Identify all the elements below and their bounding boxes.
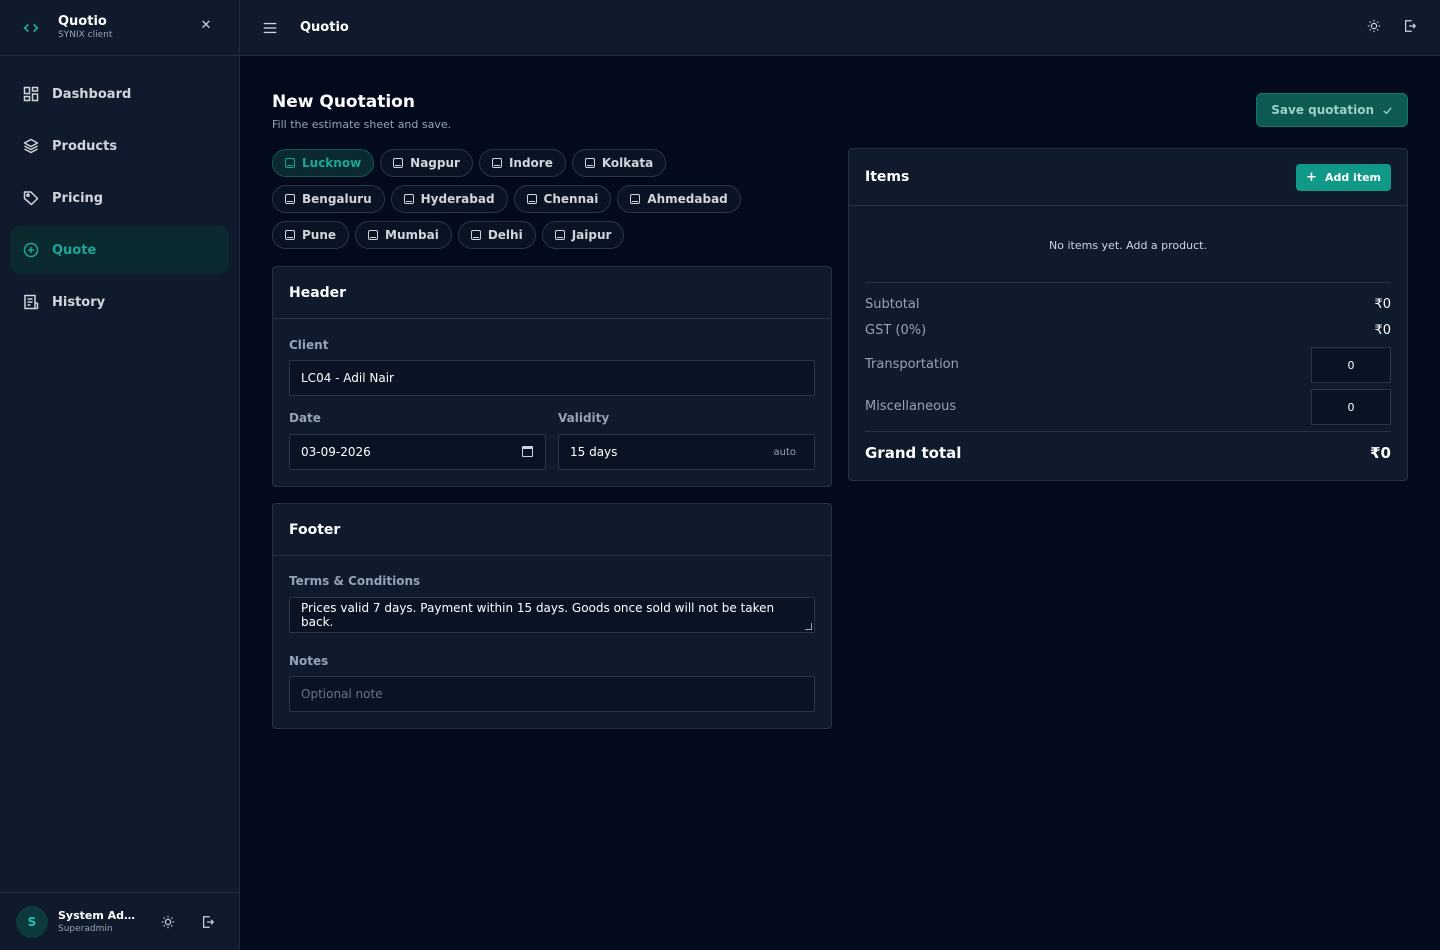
date-field[interactable]: 03-09-2026 [289, 434, 546, 470]
layers-icon [22, 137, 40, 155]
page-title: New Quotation [272, 92, 415, 112]
miscellaneous-label: Miscellaneous [865, 399, 957, 414]
store-icon [285, 194, 295, 204]
sidebar-item-label: Dashboard [52, 86, 132, 102]
store-icon [285, 230, 295, 240]
items-card: Items + Add item No items yet. Add a pro… [848, 148, 1408, 481]
add-item-button[interactable]: + Add item [1296, 164, 1391, 191]
plus-icon: + [1306, 170, 1317, 185]
subtotal-label: Subtotal [865, 297, 920, 312]
user-name: System Admi... [58, 908, 144, 922]
store-icon [403, 194, 414, 204]
divider [865, 431, 1391, 432]
sidebar: Quotio SYNIX client ✕ Dashboard Products… [0, 0, 240, 950]
gst-value: ₹0 [1374, 323, 1391, 338]
sidebar-item-dashboard[interactable]: Dashboard [10, 70, 229, 118]
chip-location[interactable]: Delhi [457, 221, 536, 249]
items-empty-text: No items yet. Add a product. [1049, 239, 1207, 252]
chip-location[interactable]: Pune [272, 221, 350, 249]
terms-label: Terms & Conditions [289, 574, 421, 588]
dashboard-icon [22, 85, 40, 103]
chip-location[interactable]: Bengaluru [272, 185, 385, 213]
plus-circle-icon [22, 241, 40, 259]
code-brackets-icon [22, 18, 42, 38]
chip-location[interactable]: Indore [478, 149, 566, 177]
gst-label: GST (0%) [865, 323, 927, 338]
store-icon [584, 158, 595, 168]
store-icon [285, 158, 295, 168]
sidebar-item-history[interactable]: History [10, 278, 229, 326]
sidebar-item-label: History [52, 294, 106, 310]
validity-field[interactable]: 15 days auto [558, 434, 815, 470]
app-subtitle: SYNIX client [58, 29, 113, 40]
sidebar-item-products[interactable]: Products [10, 122, 229, 170]
notes-label: Notes [289, 654, 329, 668]
chip-location[interactable]: Nagpur [380, 149, 473, 177]
grand-total-label: Grand total [865, 444, 962, 462]
subtotal-value: ₹0 [1374, 297, 1391, 312]
client-label: Client [289, 338, 329, 352]
app-title: Quotio [58, 13, 107, 29]
footer-card-title: Footer [273, 504, 831, 556]
save-quotation-label: Save quotation [1271, 103, 1374, 117]
sidebar-item-label: Products [52, 138, 118, 154]
brand: Quotio SYNIX client ✕ [0, 0, 239, 56]
divider [865, 282, 1391, 283]
calendar-icon[interactable] [522, 446, 533, 457]
terms-textarea[interactable]: Prices valid 7 days. Payment within 15 d… [289, 597, 815, 633]
chip-location[interactable]: Mumbai [355, 221, 452, 249]
sun-icon[interactable] [1366, 18, 1382, 34]
sidebar-item-pricing[interactable]: Pricing [10, 174, 229, 222]
store-icon [526, 194, 537, 204]
store-icon [554, 230, 565, 240]
menu-icon[interactable] [262, 19, 280, 37]
close-sidebar-icon[interactable]: ✕ [199, 19, 213, 33]
tag-icon [22, 189, 40, 207]
user-role: Superadmin [58, 923, 113, 934]
transportation-input[interactable]: 0 [1311, 347, 1391, 383]
header-card: Header Client LC04 - Adil Nair Date 03-0… [272, 266, 832, 487]
sun-icon[interactable] [158, 912, 178, 932]
notes-input[interactable]: Optional note [289, 676, 815, 712]
client-field[interactable]: LC04 - Adil Nair [289, 360, 815, 396]
topbar: Quotio [240, 0, 1440, 56]
chip-location[interactable]: Hyderabad [390, 185, 508, 213]
location-chips: Lucknow Nagpur Indore Kolkata Bengaluru … [272, 149, 772, 249]
logout-icon[interactable] [1402, 18, 1418, 34]
resize-handle-icon[interactable] [805, 623, 812, 630]
avatar[interactable]: S [16, 905, 48, 938]
store-icon [393, 158, 404, 168]
chip-location[interactable]: Jaipur [541, 221, 625, 249]
user-panel: S System Admi... Superadmin [0, 892, 239, 950]
chip-location[interactable]: Lucknow [272, 149, 375, 177]
topbar-title: Quotio [300, 20, 349, 35]
header-card-title: Header [273, 267, 831, 319]
store-icon [630, 194, 641, 204]
sidebar-item-label: Quote [52, 242, 97, 258]
chip-location[interactable]: Chennai [513, 185, 612, 213]
sidebar-item-label: Pricing [52, 190, 104, 206]
document-list-icon [22, 293, 40, 311]
page-subtitle: Fill the estimate sheet and save. [272, 118, 452, 131]
store-icon [470, 230, 481, 240]
transportation-label: Transportation [865, 357, 959, 372]
store-icon [368, 230, 379, 240]
chip-location[interactable]: Ahmedabad [617, 185, 741, 213]
chip-location[interactable]: Kolkata [571, 149, 667, 177]
miscellaneous-input[interactable]: 0 [1311, 389, 1391, 425]
save-quotation-button[interactable]: Save quotation [1256, 93, 1408, 127]
check-icon [1382, 105, 1393, 116]
sidebar-item-quote[interactable]: Quote [10, 226, 229, 274]
logout-icon[interactable] [198, 912, 218, 932]
validity-label: Validity [558, 411, 610, 425]
footer-card: Footer Terms & Conditions Prices valid 7… [272, 503, 832, 729]
date-label: Date [289, 411, 321, 425]
sidebar-nav: Dashboard Products Pricing Quote History [0, 56, 239, 326]
validity-auto-tag: auto [773, 446, 796, 458]
store-icon [491, 158, 502, 168]
grand-total-value: ₹0 [1370, 444, 1391, 462]
